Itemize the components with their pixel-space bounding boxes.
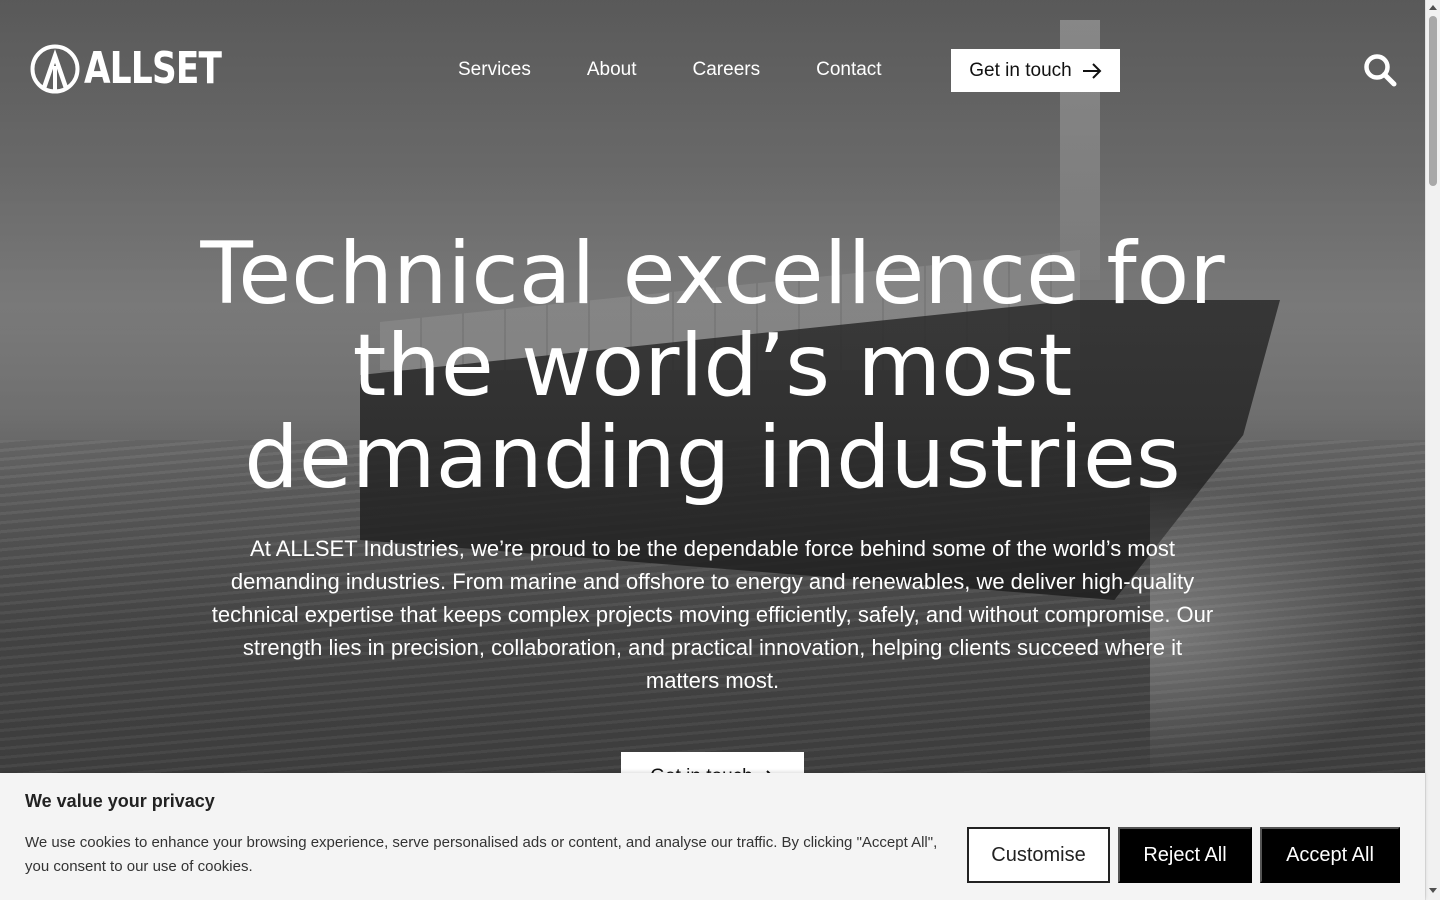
scroll-thumb[interactable] [1429, 16, 1437, 186]
logo-mark-icon [30, 44, 80, 94]
hero-title-line-3: demanding industries [244, 408, 1181, 508]
scroll-down-arrow-icon[interactable] [1429, 888, 1437, 893]
header-cta-label: Get in touch [969, 59, 1072, 81]
hero-title-line-1: Technical excellence for [200, 224, 1225, 324]
nav-item-services[interactable]: Services [458, 56, 531, 84]
page: ALLSET Services About Careers Contact Ge… [0, 0, 1440, 900]
hero-title-line-2: the world’s most [352, 316, 1073, 416]
hero-description: At ALLSET Industries, we’re proud to be … [211, 536, 1214, 693]
hero-title: Technical excellence for the world’s mos… [0, 228, 1425, 504]
arrow-right-icon [1082, 62, 1102, 79]
site-logo[interactable]: ALLSET [30, 44, 260, 94]
cookie-consent-banner: We value your privacy We use cookies to … [0, 773, 1425, 900]
nav-item-about[interactable]: About [587, 56, 637, 84]
search-icon[interactable] [1362, 52, 1398, 88]
accept-all-button[interactable]: Accept All [1260, 827, 1400, 883]
reject-all-button[interactable]: Reject All [1118, 827, 1252, 883]
logo-wordmark: ALLSET [84, 43, 222, 94]
cookie-description: We use cookies to enhance your browsing … [25, 834, 938, 875]
cookie-title: We value your privacy [25, 791, 215, 811]
scroll-up-arrow-icon[interactable] [1429, 5, 1437, 10]
customise-button[interactable]: Customise [967, 827, 1110, 883]
header-get-in-touch-button[interactable]: Get in touch [951, 49, 1120, 92]
site-header: ALLSET Services About Careers Contact Ge… [0, 0, 1425, 140]
nav-item-careers[interactable]: Careers [693, 56, 761, 84]
nav-item-contact[interactable]: Contact [816, 56, 881, 84]
main-nav: Services About Careers Contact [458, 56, 938, 84]
page-scrollbar[interactable] [1425, 0, 1440, 900]
